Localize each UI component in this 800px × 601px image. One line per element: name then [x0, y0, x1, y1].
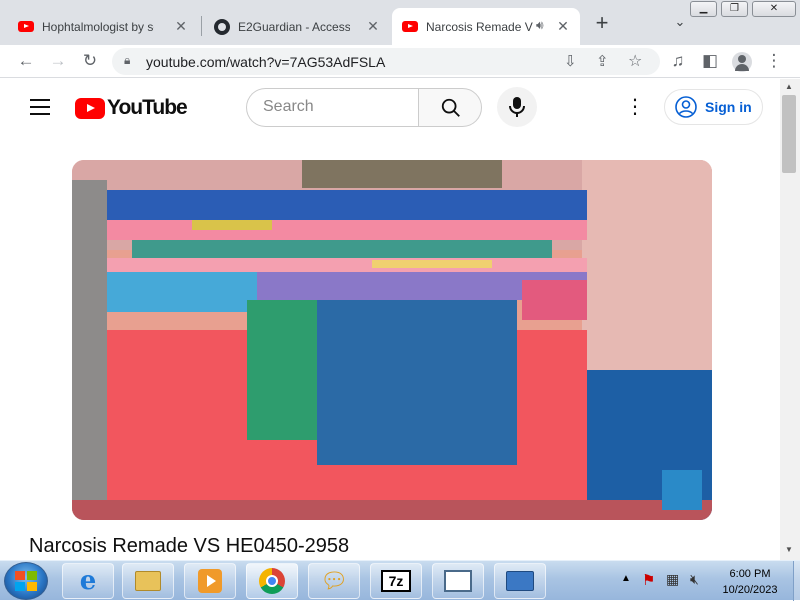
maximize-button[interactable]: ❐ [721, 1, 748, 17]
scroll-down-arrow-icon[interactable]: ▼ [785, 545, 793, 554]
media-player-icon [198, 569, 222, 593]
address-bar[interactable]: 🔒︎ youtube.com/watch?v=7AG53AdFSLA ⇩ ⇪ ☆ [112, 48, 660, 75]
tab-title: Narcosis Remade V [426, 19, 533, 34]
file-explorer-taskbar-button[interactable] [122, 563, 174, 599]
close-icon[interactable]: ✕ [366, 19, 380, 33]
sign-in-label: Sign in [705, 99, 752, 115]
youtube-icon [402, 19, 418, 35]
chrome-menu-icon[interactable]: ⋮ [762, 49, 786, 73]
keyboard-icon [506, 571, 534, 591]
browser-toolbar: ← → ↻ 🔒︎ youtube.com/watch?v=7AG53AdFSLA… [0, 45, 800, 78]
scroll-up-arrow-icon[interactable]: ▲ [785, 82, 793, 91]
sign-in-button[interactable]: Sign in [664, 89, 763, 125]
close-icon[interactable]: ✕ [174, 19, 188, 33]
scroll-thumb[interactable] [782, 95, 796, 173]
settings-kebab-icon[interactable]: ⋮ [625, 95, 645, 119]
media-controls-icon[interactable]: ♫ [666, 49, 690, 73]
youtube-page: YouTube ⋮ Sign in [0, 79, 780, 560]
chrome-taskbar-button[interactable] [246, 563, 298, 599]
page-scrollbar[interactable]: ▲ ▼ [780, 79, 800, 560]
github-icon [214, 18, 230, 35]
lock-icon[interactable]: 🔒︎ [124, 53, 130, 68]
url-text[interactable]: youtube.com/watch?v=7AG53AdFSLA [146, 54, 385, 70]
search-input[interactable] [263, 98, 403, 116]
7zip-icon: 7z [381, 570, 411, 592]
tab-hophtalmologist[interactable]: Hophtalmologist by so ✕ [8, 8, 198, 45]
windows-taskbar: e 💬︎ 7z ▲ ⚑ ▦ 🔇︎ 6:00 PM 10/20/2023 [0, 560, 800, 601]
account-circle-icon [675, 96, 697, 118]
search-icon [441, 98, 460, 117]
tab-title: E2Guardian - Access De [238, 19, 350, 34]
tab-narcosis-remade[interactable]: Narcosis Remade V 🔊︎ ✕ [392, 8, 580, 45]
close-icon[interactable]: ✕ [556, 19, 570, 33]
youtube-logo[interactable]: YouTube [75, 96, 188, 120]
voice-search-button[interactable] [497, 87, 537, 127]
show-desktop-button[interactable] [793, 561, 800, 601]
youtube-icon [18, 19, 34, 35]
video-frame [72, 160, 712, 520]
clock-date: 10/20/2023 [722, 584, 778, 596]
window-app-taskbar-button[interactable] [432, 563, 484, 599]
internet-explorer-icon: e [79, 566, 97, 596]
window-app-icon [444, 570, 472, 592]
start-button[interactable] [4, 562, 48, 600]
network-icon[interactable]: ▦ [666, 571, 679, 588]
bookmark-star-icon[interactable]: ☆ [628, 51, 642, 71]
youtube-logo-text: YouTube [107, 96, 188, 119]
tab-strip: Hophtalmologist by so ✕ E2Guardian - Acc… [0, 0, 800, 45]
forward-arrow-icon[interactable]: → [46, 49, 70, 73]
tab-e2guardian[interactable]: E2Guardian - Access De ✕ [204, 8, 390, 45]
window-controls: ▁ ❐ ✕ [690, 1, 796, 17]
folder-icon [135, 571, 161, 591]
tab-separator [201, 16, 202, 36]
show-hidden-icons-arrow-icon[interactable]: ▲ [621, 573, 631, 584]
clock-time: 6:00 PM [729, 568, 771, 580]
chrome-icon [259, 568, 285, 594]
side-panel-icon[interactable]: ◧ [698, 49, 722, 73]
youtube-logo-icon [75, 97, 105, 119]
install-app-icon[interactable]: ⇩ [564, 52, 577, 70]
close-window-button[interactable]: ✕ [752, 1, 796, 17]
chat-taskbar-button[interactable]: 💬︎ [308, 563, 360, 599]
search-box [246, 88, 418, 127]
7zip-taskbar-button[interactable]: 7z [370, 563, 422, 599]
new-tab-button[interactable]: + [590, 12, 614, 36]
system-clock[interactable]: 6:00 PM 10/20/2023 [708, 566, 792, 598]
microphone-icon [509, 97, 525, 117]
windows-logo-icon [15, 571, 37, 591]
tab-title: Hophtalmologist by so [42, 19, 154, 34]
chat-bubble-icon: 💬︎ [320, 568, 348, 593]
speaker-icon[interactable]: 🔊︎ [536, 18, 544, 33]
tab-search-chevron-down-icon[interactable]: ⌄ [670, 14, 690, 30]
video-player[interactable] [72, 160, 712, 520]
hamburger-menu-icon[interactable] [30, 99, 50, 115]
keyboard-app-taskbar-button[interactable] [494, 563, 546, 599]
media-player-taskbar-button[interactable] [184, 563, 236, 599]
minimize-button[interactable]: ▁ [690, 1, 717, 17]
share-icon[interactable]: ⇪ [596, 52, 609, 70]
volume-muted-icon[interactable]: 🔇︎ [690, 571, 699, 588]
back-arrow-icon[interactable]: ← [14, 49, 38, 73]
reload-icon[interactable]: ↻ [78, 49, 102, 73]
video-title: Narcosis Remade VS HE0450-2958 [29, 535, 350, 557]
profile-avatar-icon[interactable] [730, 49, 754, 73]
search-button[interactable] [418, 88, 482, 127]
action-center-flag-icon[interactable]: ⚑ [642, 571, 655, 589]
internet-explorer-taskbar-button[interactable]: e [62, 563, 114, 599]
